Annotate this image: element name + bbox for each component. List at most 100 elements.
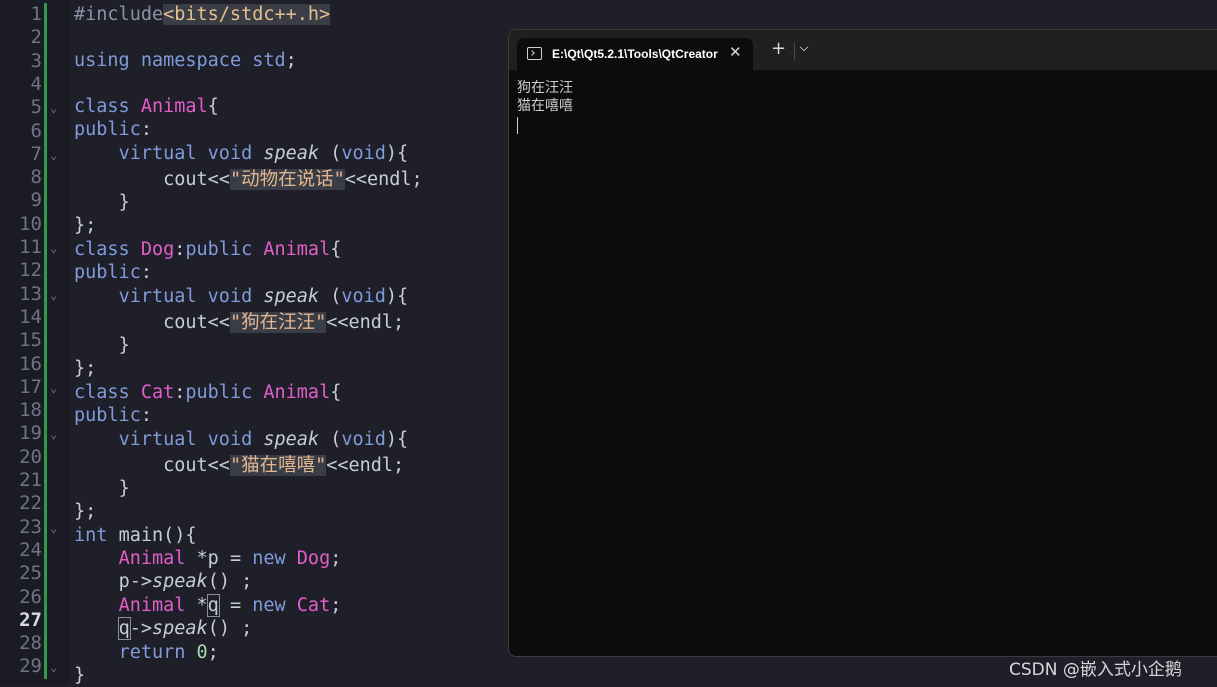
line-number[interactable]: 11	[0, 236, 42, 259]
line-number[interactable]: 9	[0, 189, 42, 212]
terminal-titlebar[interactable]: E:\Qt\Qt5.2.1\Tools\QtCreator ✕ +	[509, 30, 1217, 70]
fold-chevron-icon[interactable]: ⌄	[50, 237, 57, 260]
code-line-7[interactable]: virtual void speak (void){	[74, 142, 409, 165]
paren: (	[330, 429, 342, 450]
code-line-6[interactable]: public:	[74, 118, 152, 141]
function-speak: speak	[263, 143, 320, 164]
virtual-keyword: virtual	[118, 429, 197, 450]
terminal-tab[interactable]: E:\Qt\Qt5.2.1\Tools\QtCreator ✕	[517, 38, 753, 70]
code-line-20[interactable]: cout<<"猫在嘻嘻"<<endl;	[74, 454, 404, 477]
code-line-23[interactable]: int main(){	[74, 524, 197, 547]
code-line-10[interactable]: };	[74, 214, 96, 237]
modified-line-marker	[44, 212, 47, 237]
code-line-26[interactable]: Animal *q = new Cat;	[74, 594, 341, 617]
line-number[interactable]: 15	[0, 329, 42, 352]
fold-chevron-icon[interactable]: ⌄	[50, 656, 57, 679]
line-number[interactable]: 21	[0, 469, 42, 492]
modified-line-marker	[44, 282, 47, 307]
line-number[interactable]: 20	[0, 446, 42, 469]
output-line: 猫在嘻嘻	[517, 98, 573, 114]
fold-chevron-icon[interactable]: ⌄	[50, 284, 57, 307]
fold-chevron-icon[interactable]: ⌄	[50, 97, 57, 120]
line-number[interactable]: 17	[0, 376, 42, 399]
code-line-27[interactable]: q->speak() ;	[74, 617, 252, 640]
line-number[interactable]: 22	[0, 492, 42, 515]
line-number[interactable]: 3	[0, 50, 42, 73]
endl-stream: <<endl;	[326, 455, 405, 476]
modified-line-marker	[44, 72, 47, 97]
modified-line-marker	[44, 469, 47, 493]
code-line-8[interactable]: cout<<"动物在说话"<<endl;	[74, 168, 423, 191]
line-number[interactable]: 14	[0, 306, 42, 329]
code-line-13[interactable]: virtual void speak (void){	[74, 285, 409, 308]
modified-line-marker	[44, 375, 47, 400]
semicolon: ;	[285, 50, 297, 71]
code-line-12[interactable]: public:	[74, 261, 152, 284]
close-icon[interactable]: ✕	[729, 43, 742, 61]
line-number[interactable]: 6	[0, 120, 42, 143]
terminal-window[interactable]: E:\Qt\Qt5.2.1\Tools\QtCreator ✕ + 狗在汪汪 猫在…	[508, 29, 1217, 657]
void-keyword: void	[207, 429, 253, 450]
line-number[interactable]: 19	[0, 422, 42, 445]
paren-brace: ){	[385, 286, 409, 307]
code-line-17[interactable]: class Cat:public Animal{	[74, 381, 341, 404]
line-number[interactable]: 7	[0, 143, 42, 166]
code-line-24[interactable]: Animal *p = new Dog;	[74, 547, 342, 570]
code-line-16[interactable]: };	[74, 357, 96, 380]
code-line-1[interactable]: #include<bits/stdc++.h>	[74, 3, 331, 26]
type-cat: Cat	[296, 595, 331, 616]
line-number[interactable]: 27	[0, 609, 42, 632]
fold-chevron-icon[interactable]: ⌄	[50, 423, 57, 446]
brace: }	[118, 335, 130, 356]
line-number[interactable]: 8	[0, 166, 42, 189]
code-line-14[interactable]: cout<<"狗在汪汪"<<endl;	[74, 311, 404, 334]
modified-line-marker	[44, 445, 47, 470]
fold-chevron-icon[interactable]: ⌄	[50, 377, 57, 400]
class-keyword: class	[74, 382, 130, 403]
type-animal: Animal	[263, 382, 331, 403]
new-tab-button[interactable]: +	[771, 39, 786, 59]
line-number[interactable]: 12	[0, 259, 42, 282]
code-line-29[interactable]: }	[74, 664, 85, 687]
line-number[interactable]: 4	[0, 73, 42, 96]
line-number[interactable]: 26	[0, 586, 42, 609]
line-number[interactable]: 29	[0, 655, 42, 678]
p-arrow: p->	[118, 571, 152, 592]
code-line-28[interactable]: return 0;	[74, 641, 219, 664]
line-number[interactable]: 2	[0, 26, 42, 49]
terminal-output[interactable]: 狗在汪汪 猫在嘻嘻	[517, 79, 573, 115]
modified-line-marker	[44, 632, 47, 657]
line-number[interactable]: 18	[0, 399, 42, 422]
code-line-9[interactable]: }	[74, 191, 130, 214]
code-line-19[interactable]: virtual void speak (void){	[74, 428, 409, 451]
string-literal: "狗在汪汪"	[229, 312, 327, 333]
fold-chevron-icon[interactable]: ⌄	[50, 144, 57, 167]
code-line-15[interactable]: }	[74, 334, 130, 357]
code-line-5[interactable]: class Animal{	[74, 95, 219, 118]
code-line-22[interactable]: };	[74, 500, 96, 523]
line-number[interactable]: 23	[0, 516, 42, 539]
line-number[interactable]: 24	[0, 539, 42, 562]
line-number[interactable]: 10	[0, 213, 42, 236]
line-number[interactable]: 1	[0, 3, 42, 26]
virtual-keyword: virtual	[118, 143, 197, 164]
using-keyword: using	[74, 50, 130, 71]
line-number[interactable]: 25	[0, 562, 42, 585]
line-number[interactable]: 13	[0, 283, 42, 306]
line-number[interactable]: 5	[0, 96, 42, 119]
type-dog: Dog	[140, 239, 175, 260]
modified-line-marker	[44, 259, 47, 284]
code-line-18[interactable]: public:	[74, 404, 152, 427]
pointer-p: *p	[196, 548, 219, 569]
colon: :	[140, 119, 152, 140]
code-line-25[interactable]: p->speak() ;	[74, 570, 253, 593]
code-line-11[interactable]: class Dog:public Animal{	[74, 238, 341, 261]
fold-chevron-icon[interactable]: ⌄	[50, 517, 57, 540]
code-line-21[interactable]: }	[74, 477, 130, 500]
line-number[interactable]: 16	[0, 353, 42, 376]
code-line-3[interactable]: using namespace std;	[74, 49, 297, 72]
chevron-down-icon[interactable]	[799, 42, 809, 52]
function-speak: speak	[151, 618, 208, 639]
modified-line-marker	[44, 166, 47, 191]
line-number[interactable]: 28	[0, 632, 42, 655]
